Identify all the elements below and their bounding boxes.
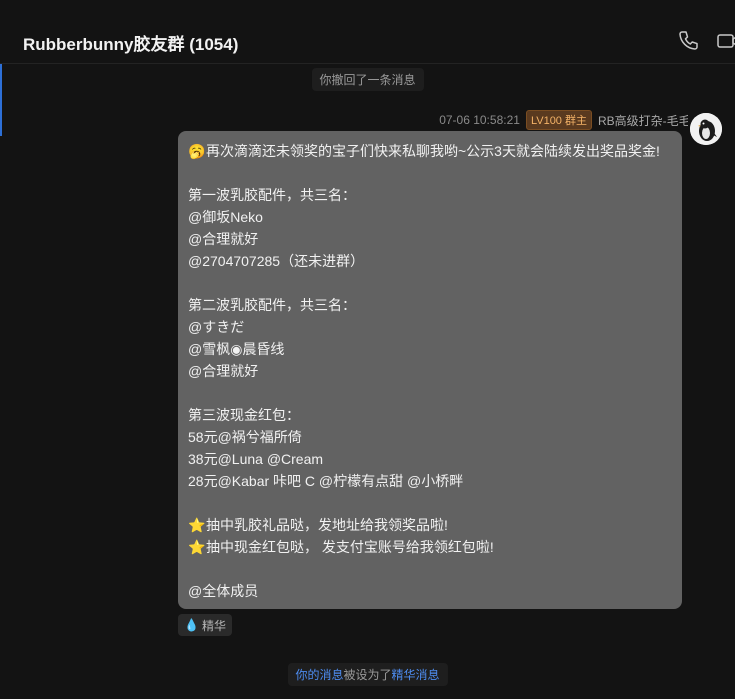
message-line: @雪枫◉晨昏线 [188,338,672,360]
voice-call-button[interactable] [675,28,701,54]
essence-notice: 你的消息被设为了精华消息 [287,663,448,686]
message-line: 第一波乳胶配件，共三名： [188,184,672,206]
message-line-text: @すきだ [188,319,245,335]
message-bubble[interactable]: 🥱再次滴滴还未领奖的宝子们快来私聊我哟~公示3天就会陆续发出奖品奖金! 第一波乳胶… [178,131,682,609]
chat-title: Rubberbunny胶友群 (1054) [23,35,239,54]
message-line: 🥱再次滴滴还未领奖的宝子们快来私聊我哟~公示3天就会陆续发出奖品奖金! [188,140,672,162]
message-line-text: 第三波现金红包： [188,407,300,423]
message-line-text: 抽中现金红包哒， 发支付宝账号给我领红包啦! [206,539,494,555]
video-call-button[interactable] [715,28,735,54]
essence-notice-mid: 被设为了 [343,668,392,682]
message-line-text: @雪枫◉晨昏线 [188,341,285,357]
essence-tag-label: 精华 [201,618,226,633]
chat-window: Rubberbunny胶友群 (1054) 你撤回了一条消息 07-06 10:… [0,0,735,699]
message-line-text: @全体成员 [188,583,259,599]
message-meta: 07-06 10:58:21 LV100 群主 RB高级打杂-毛毛 [439,110,688,130]
message-line: ⭐抽中乳胶礼品哒，发地址给我领奖品啦! [188,514,672,536]
phone-icon [679,31,698,50]
message-line-text: 抽中乳胶礼品哒，发地址给我领奖品啦! [206,517,448,533]
message-line: @すきだ [188,316,672,338]
message-line: 第三波现金红包： [188,404,672,426]
message-line: @合理就好 [188,360,672,382]
yawn-face-emoji-icon: 🥱 [188,143,206,159]
message-line-text: 第一波乳胶配件，共三名： [188,187,356,203]
level-badge: LV100 群主 [525,110,592,130]
message-line-text: @合理就好 [188,363,259,379]
star-emoji-icon: ⭐ [188,539,206,555]
message-line-text: 28元@Kabar 咔吧 C @柠檬有点甜 @小桥畔 [188,473,464,489]
sender-avatar[interactable] [690,113,722,145]
message-line: @合理就好 [188,228,672,250]
message-line: 58元@祸兮福所倚 [188,426,672,448]
message-line-text: 58元@祸兮福所倚 [188,429,302,445]
essence-message-link[interactable]: 精华消息 [392,668,440,682]
message-line: 第二波乳胶配件，共三名： [188,294,672,316]
message-timestamp: 07-06 10:58:21 [439,113,520,127]
chat-header: Rubberbunny胶友群 (1054) [0,0,735,64]
message-line: 38元@Luna @Cream [188,448,672,470]
message-line: @御坂Neko [188,206,672,228]
message-line-text: 第二波乳胶配件，共三名： [188,297,356,313]
message-line-text: 38元@Luna @Cream [188,451,324,467]
video-icon [717,34,735,48]
message-line: ⭐抽中现金红包哒， 发支付宝账号给我领红包啦! [188,536,672,558]
message-line: 28元@Kabar 咔吧 C @柠檬有点甜 @小桥畔 [188,470,672,492]
message-line-text: @2704707285（还未进群） [188,253,365,269]
message-line-text: @合理就好 [188,231,259,247]
message-line: @全体成员 [188,580,672,602]
essence-tag[interactable]: 💧 精华 [178,614,232,636]
sender-name[interactable]: RB高级打杂-毛毛 [598,112,688,129]
penguin-avatar-icon [690,113,722,145]
message-line-text: @御坂Neko [188,209,263,225]
flame-drop-icon: 💧 [184,618,199,632]
message-line-text: 再次滴滴还未领奖的宝子们快来私聊我哟~公示3天就会陆续发出奖品奖金! [206,143,660,159]
selection-accent-bar [0,64,2,136]
your-message-link[interactable]: 你的消息 [295,668,343,682]
star-emoji-icon: ⭐ [188,517,206,533]
recall-notice: 你撤回了一条消息 [311,68,424,91]
message-line: @2704707285（还未进群） [188,250,672,272]
